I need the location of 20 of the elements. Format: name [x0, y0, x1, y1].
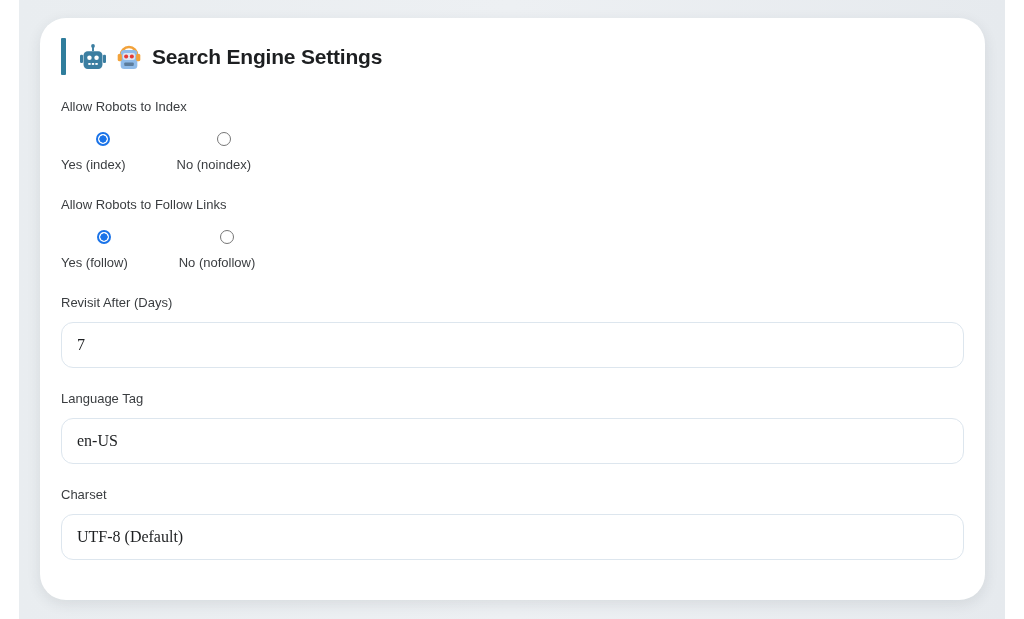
radio-button[interactable] [96, 132, 111, 146]
radio-button[interactable] [97, 230, 112, 244]
radio-button[interactable] [216, 132, 231, 146]
robot-face-icon [117, 44, 141, 69]
field-label: Language Tag [61, 390, 144, 408]
field-label: Allow Robots to Index [61, 98, 187, 116]
robot-icon [80, 44, 106, 69]
radio-label[interactable]: No (noindex) [176, 156, 251, 174]
radio-button[interactable] [220, 230, 234, 244]
field-label: Revisit After (Days) [61, 294, 173, 312]
field-label: Charset [61, 486, 107, 504]
text-field[interactable]: UTF-8 (Default) [61, 514, 964, 560]
field-label: Allow Robots to Follow Links [61, 196, 227, 214]
radio-label[interactable]: Yes (follow) [61, 254, 128, 272]
text-field[interactable]: en-US [61, 418, 964, 464]
radio-label[interactable]: Yes (index) [61, 156, 126, 174]
text-field[interactable]: 7 [61, 322, 964, 368]
accent-bar [61, 38, 66, 75]
section-title: Search Engine Settings [152, 44, 383, 69]
radio-label[interactable]: No (nofollow) [178, 254, 256, 272]
